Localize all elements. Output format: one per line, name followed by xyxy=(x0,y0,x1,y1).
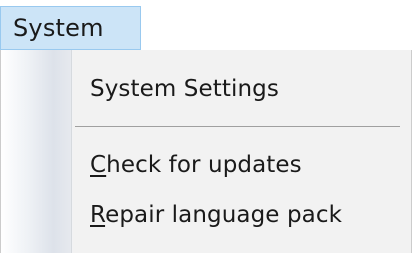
menu-item-system-settings-label: System Settings xyxy=(90,76,279,102)
menu-system-label: System xyxy=(13,14,104,42)
system-dropdown-menu: System Settings Check for updates Repair… xyxy=(0,50,412,253)
gutter-divider xyxy=(71,50,73,253)
menu-item-check-for-updates-label: Check for updates xyxy=(90,150,302,180)
menu-item-repair-language-pack-label: Repair language pack xyxy=(90,200,342,230)
menu-item-repair-language-pack-text: epair language pack xyxy=(105,202,343,228)
mnemonic-r: R xyxy=(90,202,106,228)
menu-item-check-for-updates[interactable]: Check for updates xyxy=(75,140,405,190)
menu-bar: System xyxy=(0,0,419,52)
menu-system[interactable]: System xyxy=(0,6,141,50)
window: System System Settings Check for updates… xyxy=(0,0,419,253)
mnemonic-c: C xyxy=(90,152,107,178)
menu-item-system-settings[interactable]: System Settings xyxy=(75,64,405,114)
menu-item-repair-language-pack[interactable]: Repair language pack xyxy=(75,190,405,240)
menu-item-check-for-updates-text: heck for updates xyxy=(106,152,302,178)
menu-separator xyxy=(75,126,400,127)
icon-gutter xyxy=(1,50,71,253)
